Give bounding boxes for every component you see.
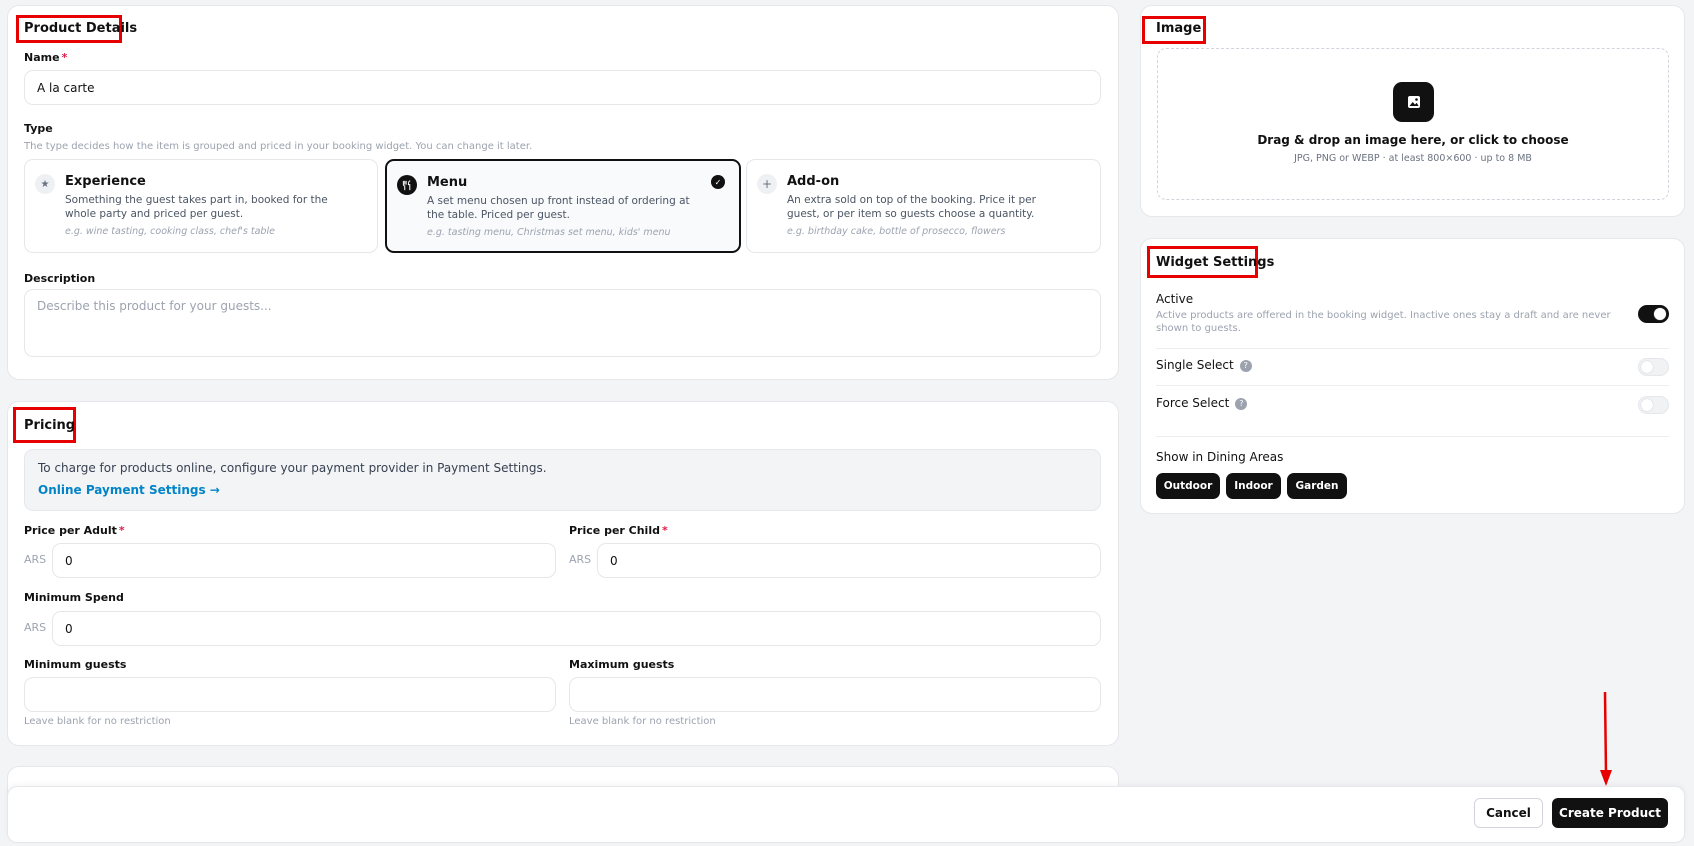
online-payment-settings-link[interactable]: Online Payment Settings → xyxy=(38,483,220,497)
toggle-knob xyxy=(1641,361,1653,373)
maximum-guests-label: Maximum guests xyxy=(569,658,675,671)
star-icon: ★ xyxy=(35,174,55,194)
dining-area-chip-garden[interactable]: Garden xyxy=(1287,473,1347,499)
dining-area-chip-indoor[interactable]: Indoor xyxy=(1226,473,1281,499)
type-title: Add-on xyxy=(787,174,840,189)
image-drop-text: Drag & drop an image here, or click to c… xyxy=(1257,133,1569,147)
info-icon[interactable]: ? xyxy=(1239,359,1252,372)
toggle-knob xyxy=(1641,399,1653,411)
single-select-label: Single Select xyxy=(1156,358,1234,372)
type-label: Type xyxy=(24,122,53,135)
minimum-spend-input[interactable] xyxy=(52,611,1101,646)
image-title: Image xyxy=(1156,21,1202,36)
minimum-spend-label: Minimum Spend xyxy=(24,591,124,604)
currency-prefix: ARS xyxy=(569,553,592,566)
description-label: Description xyxy=(24,272,96,285)
type-option-add-on[interactable]: + Add-on An extra sold on top of the boo… xyxy=(746,159,1101,253)
active-description: Active products are offered in the booki… xyxy=(1156,310,1611,334)
minimum-guests-help: Leave blank for no restriction xyxy=(24,716,171,727)
type-example: e.g. tasting menu, Christmas set menu, k… xyxy=(427,227,671,238)
type-example: e.g. birthday cake, bottle of prosecco, … xyxy=(787,226,1006,237)
required-mark: * xyxy=(61,51,68,64)
dining-areas-label: Show in Dining Areas xyxy=(1156,450,1284,464)
single-select-row: Single Select? xyxy=(1156,358,1252,372)
image-upload-icon xyxy=(1393,82,1434,122)
widget-settings-title: Widget Settings xyxy=(1156,255,1275,270)
description-textarea[interactable] xyxy=(24,289,1101,357)
dining-area-chip-outdoor[interactable]: Outdoor xyxy=(1156,473,1220,499)
type-title: Experience xyxy=(65,174,146,189)
price-per-child-label: Price per Child * xyxy=(569,524,668,537)
toggle-knob xyxy=(1654,308,1666,320)
cancel-button[interactable]: Cancel xyxy=(1474,798,1543,828)
cutlery-icon xyxy=(397,175,417,195)
payment-notice: To charge for products online, configure… xyxy=(24,449,1101,511)
force-select-label: Force Select xyxy=(1156,396,1230,410)
minimum-guests-label: Minimum guests xyxy=(24,658,127,671)
required-mark: * xyxy=(118,524,125,537)
image-drop-help: JPG, PNG or WEBP · at least 800×600 · up… xyxy=(1294,153,1532,164)
currency-prefix: ARS xyxy=(24,621,47,634)
pricing-title: Pricing xyxy=(24,418,76,433)
minimum-guests-input[interactable] xyxy=(24,677,556,712)
price-per-child-input[interactable] xyxy=(597,543,1101,578)
widget-settings-card xyxy=(1140,238,1685,514)
single-select-toggle[interactable] xyxy=(1638,358,1669,376)
type-option-menu[interactable]: Menu A set menu chosen up front instead … xyxy=(385,159,741,253)
info-icon[interactable]: ? xyxy=(1235,397,1248,410)
type-option-experience[interactable]: ★ Experience Something the guest takes p… xyxy=(24,159,378,253)
name-label: Name * xyxy=(24,51,68,64)
footer-bar xyxy=(7,786,1685,843)
active-toggle[interactable] xyxy=(1638,305,1669,323)
required-mark: * xyxy=(661,524,668,537)
maximum-guests-input[interactable] xyxy=(569,677,1101,712)
price-per-adult-input[interactable] xyxy=(52,543,556,578)
payment-notice-text: To charge for products online, configure… xyxy=(38,461,547,475)
divider xyxy=(1156,348,1669,349)
divider xyxy=(1156,385,1669,386)
type-description: An extra sold on top of the booking. Pri… xyxy=(787,194,1036,220)
force-select-row: Force Select? xyxy=(1156,396,1248,410)
annotation-arrow xyxy=(1600,691,1612,786)
force-select-toggle[interactable] xyxy=(1638,396,1669,414)
product-details-title: Product Details xyxy=(24,21,138,36)
type-help-text: The type decides how the item is grouped… xyxy=(24,141,533,152)
price-per-adult-label: Price per Adult * xyxy=(24,524,125,537)
type-title: Menu xyxy=(427,175,468,190)
image-dropzone[interactable]: Drag & drop an image here, or click to c… xyxy=(1157,48,1669,200)
type-description: Something the guest takes part in, booke… xyxy=(65,194,328,220)
name-input[interactable] xyxy=(24,70,1101,105)
create-product-button[interactable]: Create Product xyxy=(1552,798,1668,828)
active-label: Active xyxy=(1156,292,1194,306)
divider xyxy=(1156,436,1669,437)
maximum-guests-help: Leave blank for no restriction xyxy=(569,716,716,727)
type-description: A set menu chosen up front instead of or… xyxy=(427,195,690,221)
currency-prefix: ARS xyxy=(24,553,47,566)
check-icon: ✓ xyxy=(711,175,725,189)
plus-icon: + xyxy=(757,174,777,194)
type-example: e.g. wine tasting, cooking class, chef's… xyxy=(65,226,275,237)
